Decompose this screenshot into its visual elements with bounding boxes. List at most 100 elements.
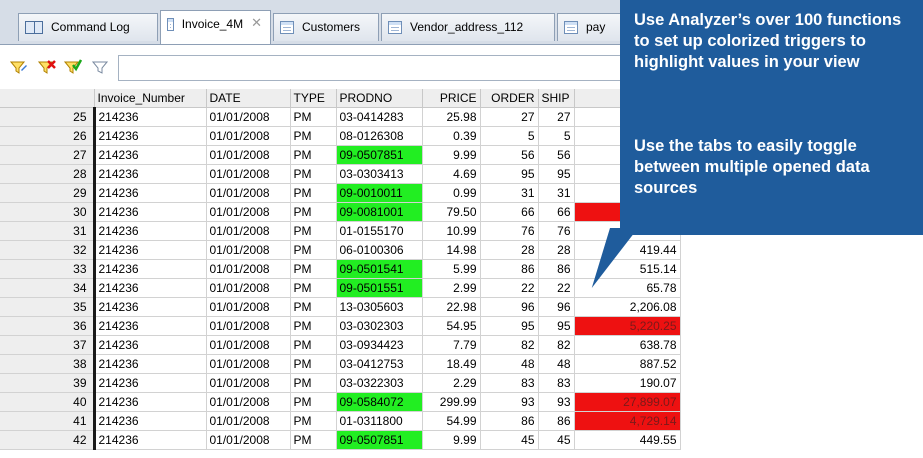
table-row[interactable]: 42 214236 01/01/2008 PM 09-0507851 9.99 45 45 44…: [0, 430, 681, 450]
table-row[interactable]: 36 214236 01/01/2008 PM 03-0302303 54.95 95 95 5…: [0, 316, 681, 336]
cell-order[interactable]: 86: [480, 259, 539, 279]
cell-type[interactable]: PM: [290, 126, 337, 146]
cell-type[interactable]: PM: [290, 183, 337, 203]
cell-invoice-number[interactable]: 214236: [94, 221, 207, 241]
table-row[interactable]: 40 214236 01/01/2008 PM 09-0584072 299.99 93 93…: [0, 392, 681, 412]
cell-price[interactable]: 54.99: [422, 411, 481, 431]
cell-ship[interactable]: 86: [538, 411, 575, 431]
cell-prodno[interactable]: 09-0501541: [336, 259, 423, 279]
cell-order[interactable]: 56: [480, 145, 539, 165]
cell-order[interactable]: 82: [480, 335, 539, 355]
cell-price[interactable]: 14.98: [422, 240, 481, 260]
cell-amount[interactable]: 638.78: [574, 335, 681, 355]
cell-date[interactable]: 01/01/2008: [206, 221, 291, 241]
table-row[interactable]: 30 214236 01/01/2008 PM 09-0081001 79.50 66 66: [0, 202, 681, 222]
cell-order[interactable]: 31: [480, 183, 539, 203]
cell-date[interactable]: 01/01/2008: [206, 373, 291, 393]
cell-invoice-number[interactable]: 214236: [94, 126, 207, 146]
table-row[interactable]: 37 214236 01/01/2008 PM 03-0934423 7.79 82 82 63…: [0, 335, 681, 355]
cell-date[interactable]: 01/01/2008: [206, 392, 291, 412]
cell-prodno[interactable]: 09-0081001: [336, 202, 423, 222]
cell-prodno[interactable]: 09-0584072: [336, 392, 423, 412]
table-row[interactable]: 39 214236 01/01/2008 PM 03-0322303 2.29 83 83 19…: [0, 373, 681, 393]
edit-filter-icon[interactable]: [9, 59, 28, 79]
cell-date[interactable]: 01/01/2008: [206, 297, 291, 317]
cell-amount[interactable]: 4,729.14: [574, 411, 681, 431]
cell-type[interactable]: PM: [290, 240, 337, 260]
column-header-ship[interactable]: SHIP: [538, 89, 575, 108]
cell-price[interactable]: 22.98: [422, 297, 481, 317]
cell-prodno[interactable]: 09-0507851: [336, 145, 423, 165]
cell-amount[interactable]: 2,206.08: [574, 297, 681, 317]
table-row[interactable]: 3121423601/01/2008PM01-015517010.9976768…: [0, 221, 681, 241]
table-row[interactable]: 41 214236 01/01/2008 PM 01-0311800 54.99 86 86 4…: [0, 411, 681, 431]
table-row[interactable]: 32 214236 01/01/2008 PM 06-0100306 14.98 28 28 4…: [0, 240, 681, 260]
cell-price[interactable]: 299.99: [422, 392, 481, 412]
table-row[interactable]: 29 214236 01/01/2008 PM 09-0010011 0.99 31 31: [0, 183, 681, 203]
cell-ship[interactable]: 95: [538, 316, 575, 336]
cell-invoice-number[interactable]: 214236: [94, 316, 207, 336]
cell-date[interactable]: 01/01/2008: [206, 278, 291, 298]
row-number[interactable]: 29: [0, 183, 96, 203]
row-number[interactable]: 35: [0, 297, 96, 317]
cell-invoice-number[interactable]: 214236: [94, 392, 207, 412]
filter-funnel-icon[interactable]: [91, 59, 109, 79]
cell-ship[interactable]: 95: [538, 164, 575, 184]
column-header-rownum[interactable]: [0, 89, 95, 108]
column-header-order[interactable]: ORDER: [480, 89, 539, 108]
cell-price[interactable]: 5.99: [422, 259, 481, 279]
cell-type[interactable]: PM: [290, 259, 337, 279]
cell-type[interactable]: PM: [290, 392, 337, 412]
cell-invoice-number[interactable]: 214236: [94, 335, 207, 355]
cell-amount[interactable]: 887.52: [574, 354, 681, 374]
row-number[interactable]: 38: [0, 354, 96, 374]
cell-ship[interactable]: 22: [538, 278, 575, 298]
apply-filter-icon[interactable]: [63, 59, 83, 79]
cell-order[interactable]: 22: [480, 278, 539, 298]
cell-prodno[interactable]: 08-0126308: [336, 126, 423, 146]
cell-order[interactable]: 96: [480, 297, 539, 317]
table-row[interactable]: 34 214236 01/01/2008 PM 09-0501551 2.99 22 22 65…: [0, 278, 681, 298]
cell-date[interactable]: 01/01/2008: [206, 430, 291, 450]
cell-ship[interactable]: 28: [538, 240, 575, 260]
cell-prodno[interactable]: 03-0302303: [336, 316, 423, 336]
cell-amount[interactable]: 27,899.07: [574, 392, 681, 412]
cell-ship[interactable]: 82: [538, 335, 575, 355]
cell-amount[interactable]: 5,220.25: [574, 316, 681, 336]
cell-type[interactable]: PM: [290, 278, 337, 298]
cell-date[interactable]: 01/01/2008: [206, 164, 291, 184]
cell-prodno[interactable]: 13-0305603: [336, 297, 423, 317]
cell-ship[interactable]: 48: [538, 354, 575, 374]
cell-type[interactable]: PM: [290, 316, 337, 336]
tab-vendor-address-112[interactable]: Vendor_address_112: [381, 13, 555, 41]
cell-date[interactable]: 01/01/2008: [206, 259, 291, 279]
cell-order[interactable]: 95: [480, 316, 539, 336]
cell-prodno[interactable]: 03-0414283: [336, 107, 423, 127]
table-row[interactable]: 26 214236 01/01/2008 PM 08-0126308 0.39 5 5: [0, 126, 681, 146]
row-number[interactable]: 26: [0, 126, 96, 146]
cell-type[interactable]: PM: [290, 221, 337, 241]
row-number[interactable]: 40: [0, 392, 96, 412]
tab-command-log[interactable]: Command Log: [18, 13, 158, 41]
column-header-type[interactable]: TYPE: [290, 89, 337, 108]
cell-ship[interactable]: 76: [538, 221, 575, 241]
cell-date[interactable]: 01/01/2008: [206, 126, 291, 146]
table-row[interactable]: 25 214236 01/01/2008 PM 03-0414283 25.98 27 27: [0, 107, 681, 127]
cell-amount[interactable]: 449.55: [574, 430, 681, 450]
cell-ship[interactable]: 31: [538, 183, 575, 203]
row-number[interactable]: 30: [0, 202, 96, 222]
cell-ship[interactable]: 93: [538, 392, 575, 412]
cell-invoice-number[interactable]: 214236: [94, 373, 207, 393]
cell-type[interactable]: PM: [290, 202, 337, 222]
cell-prodno[interactable]: 09-0507851: [336, 430, 423, 450]
cell-prodno[interactable]: 09-0501551: [336, 278, 423, 298]
cell-invoice-number[interactable]: 214236: [94, 411, 207, 431]
cell-date[interactable]: 01/01/2008: [206, 202, 291, 222]
row-number[interactable]: 41: [0, 411, 96, 431]
cell-order[interactable]: 76: [480, 221, 539, 241]
cell-price[interactable]: 79.50: [422, 202, 481, 222]
cell-invoice-number[interactable]: 214236: [94, 430, 207, 450]
cell-date[interactable]: 01/01/2008: [206, 335, 291, 355]
cell-ship[interactable]: 83: [538, 373, 575, 393]
row-number[interactable]: 42: [0, 430, 96, 450]
